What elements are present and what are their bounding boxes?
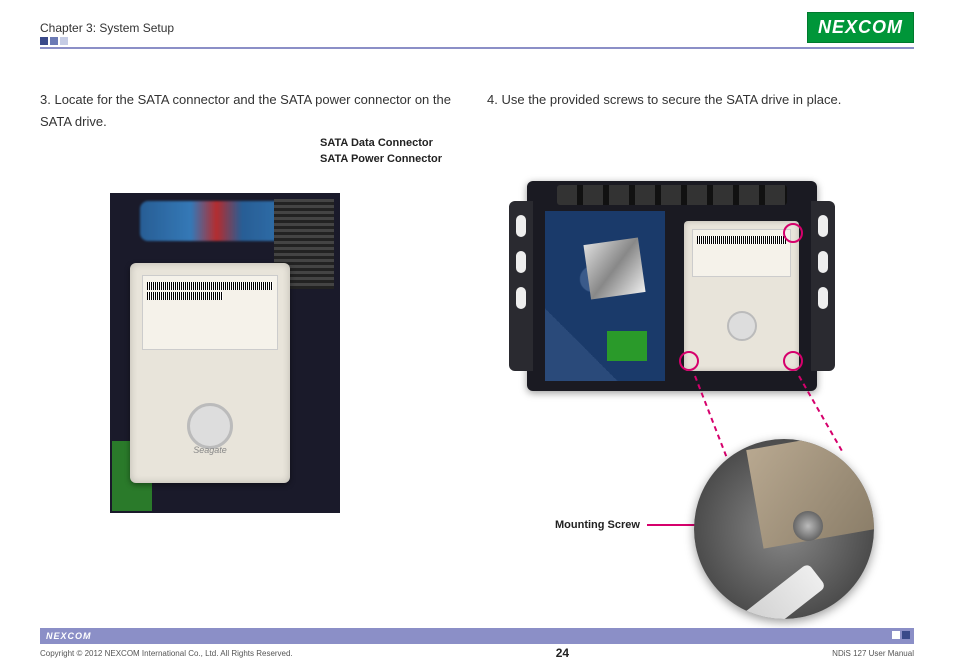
step-3-num: 3. — [40, 92, 51, 107]
screw-highlight-2 — [783, 351, 803, 371]
screw-highlight-1 — [783, 223, 803, 243]
mounting-screw-label: Mounting Screw — [555, 519, 640, 531]
step-3-text: 3. Locate for the SATA connector and the… — [40, 89, 467, 133]
brand-logo: NEXCOM — [807, 12, 914, 43]
footer-bar: NEXCOM — [40, 628, 914, 644]
figure-2-wrap — [527, 181, 847, 401]
hdd-illustration: Seagate — [130, 263, 290, 483]
footer-decor-squares — [892, 631, 910, 639]
rear-ports — [557, 185, 787, 205]
hdd2-illustration — [684, 221, 799, 371]
page-number: 24 — [556, 646, 569, 660]
content-area: 3. Locate for the SATA connector and the… — [0, 49, 954, 533]
step-4-num: 4. — [487, 92, 498, 107]
manual-name: NDiS 127 User Manual — [832, 649, 914, 658]
hdd-brand: Seagate — [130, 445, 290, 455]
connector-labels: SATA Data Connector SATA Power Connector — [320, 137, 442, 169]
sata-power-label: SATA Power Connector — [320, 153, 442, 165]
chassis-ear-left — [509, 201, 533, 371]
step-4-text: 4. Use the provided screws to secure the… — [487, 89, 914, 111]
hdd-label-sticker — [142, 275, 278, 350]
hdd2-label — [692, 229, 791, 277]
green-chip — [607, 331, 647, 361]
foil-shield — [583, 238, 645, 300]
step-4-body: Use the provided screws to secure the SA… — [501, 92, 841, 107]
header-rule — [40, 47, 914, 49]
zoom-detail-circle — [694, 439, 874, 619]
screw-head — [793, 511, 823, 541]
figure-1-photo: Seagate — [110, 193, 340, 513]
chassis-illustration — [527, 181, 817, 391]
sata-data-label: SATA Data Connector — [320, 137, 442, 149]
screwdriver — [694, 563, 826, 619]
copyright-text: Copyright © 2012 NEXCOM International Co… — [40, 649, 293, 658]
hdd-spindle — [187, 403, 233, 449]
step-3-body: Locate for the SATA connector and the SA… — [40, 92, 451, 129]
left-column: 3. Locate for the SATA connector and the… — [40, 89, 467, 533]
screw-highlight-3 — [679, 351, 699, 371]
footer-line: Copyright © 2012 NEXCOM International Co… — [40, 646, 914, 660]
chapter-title: Chapter 3: System Setup — [40, 21, 174, 35]
header-decor-squares — [40, 37, 68, 45]
hdd2-spindle — [727, 311, 757, 341]
footer-logo: NEXCOM — [46, 631, 92, 641]
figure-1-wrap: Seagate — [110, 193, 390, 533]
chassis-ear-right — [811, 201, 835, 371]
right-column: 4. Use the provided screws to secure the… — [487, 89, 914, 533]
page-header: Chapter 3: System Setup NEXCOM — [0, 0, 954, 47]
